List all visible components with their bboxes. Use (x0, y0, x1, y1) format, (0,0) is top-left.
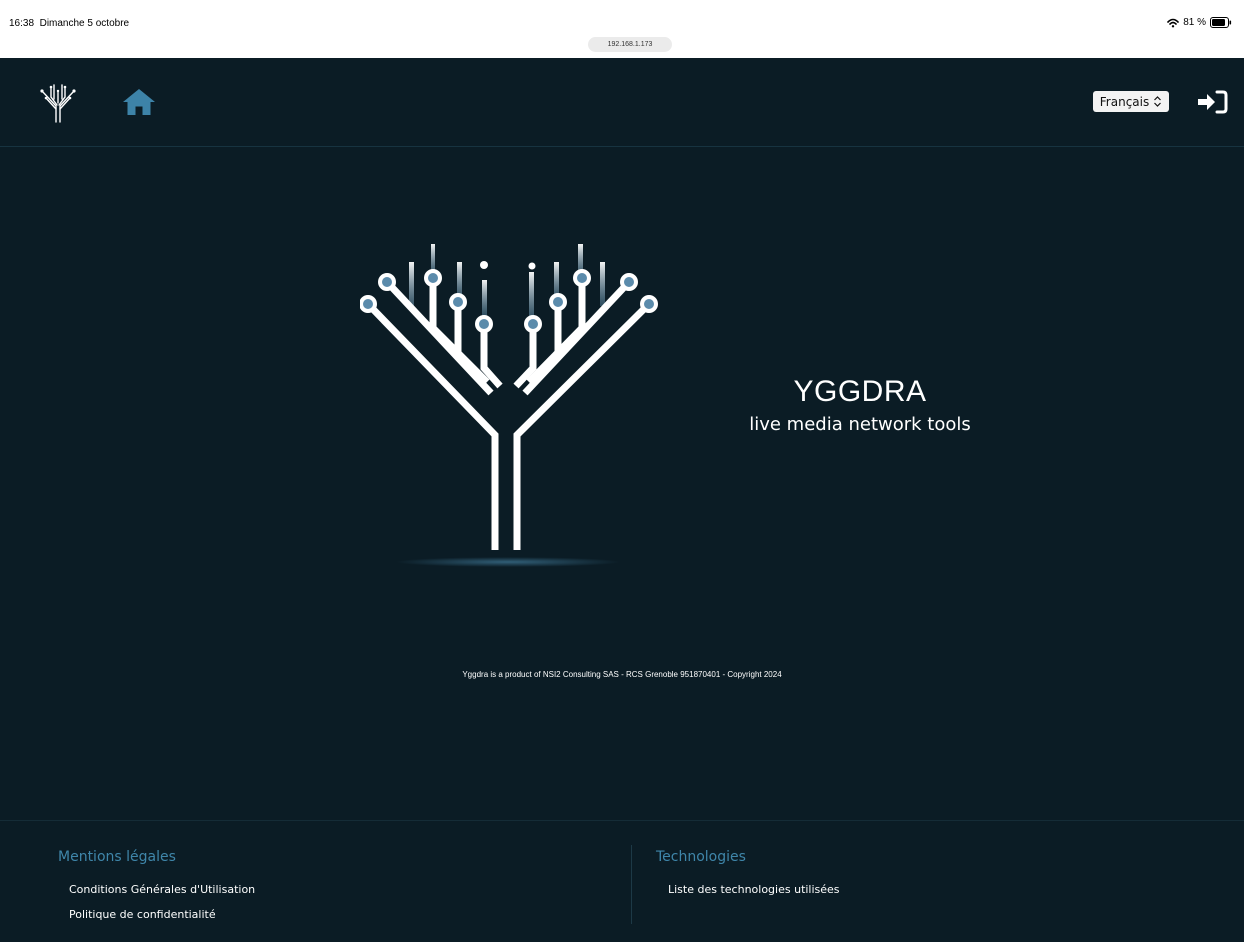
footer-link-technologies-list[interactable]: Liste des technologies utilisées (668, 883, 840, 896)
status-bar: 16:38 Dimanche 5 octobre 192.168.1.173 8… (0, 0, 1244, 58)
login-arrow-icon[interactable] (1196, 89, 1228, 115)
language-selected: Français (1099, 94, 1150, 109)
footer: Mentions légales Conditions Générales d'… (0, 820, 1244, 942)
status-indicators: 81 % (1167, 17, 1232, 28)
app-header: Français (0, 58, 1244, 147)
footer-link-cgu[interactable]: Conditions Générales d'Utilisation (69, 883, 255, 896)
hero-subtitle: live media network tools (749, 414, 971, 435)
footer-divider (631, 845, 632, 924)
chevron-updown-icon (1154, 96, 1162, 107)
battery-icon (1210, 17, 1232, 28)
footer-heading-technologies: Technologies (656, 849, 746, 865)
footer-link-privacy[interactable]: Politique de confidentialité (69, 908, 216, 921)
wifi-icon (1167, 18, 1180, 27)
yggdra-tree-logo-icon[interactable] (36, 79, 80, 123)
battery-percentage: 81 % (1183, 17, 1206, 28)
status-clock: 16:38 Dimanche 5 octobre (9, 18, 129, 29)
hero-tree-logo (360, 244, 658, 567)
hero-title: YGGDRA (793, 375, 927, 408)
status-time: 16:38 (9, 18, 35, 29)
language-select[interactable]: Français (1093, 91, 1169, 112)
status-date: Dimanche 5 octobre (39, 18, 130, 29)
home-icon[interactable] (122, 88, 156, 116)
address-bar[interactable]: 192.168.1.173 (588, 37, 672, 52)
footer-heading-legal: Mentions légales (58, 849, 176, 865)
copyright-notice: Yggdra is a product of NSI2 Consulting S… (462, 670, 782, 679)
